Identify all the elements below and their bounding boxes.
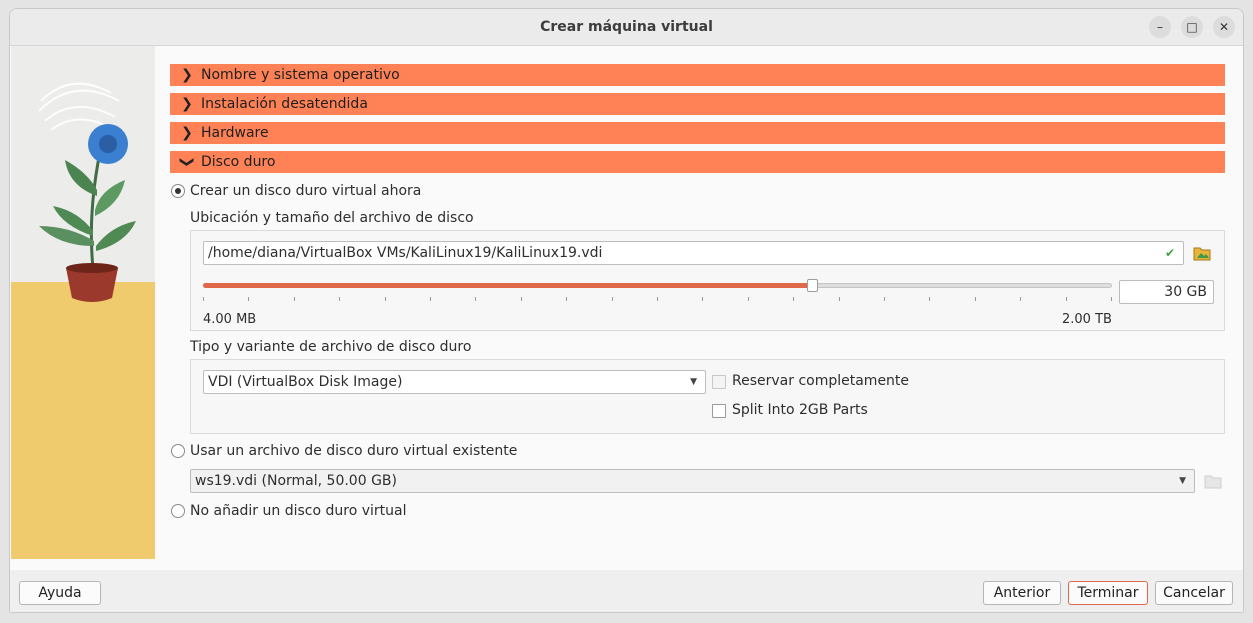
chevron-right-icon: ❯ xyxy=(181,67,193,83)
disk-path-value: /home/diana/VirtualBox VMs/KaliLinux19/K… xyxy=(208,245,603,261)
slider-fill xyxy=(203,283,813,288)
slider-tick xyxy=(657,297,658,301)
slider-tick xyxy=(702,297,703,301)
section-label: Nombre y sistema operativo xyxy=(201,67,400,83)
help-button[interactable]: Ayuda xyxy=(19,581,101,605)
radio-create-disk[interactable] xyxy=(171,184,185,198)
existing-disk-browse-button[interactable] xyxy=(1203,471,1223,491)
section-label: Instalación desatendida xyxy=(201,96,368,112)
disk-type-select[interactable]: VDI (VirtualBox Disk Image) ▼ xyxy=(203,370,706,394)
slider-min-label: 4.00 MB xyxy=(203,312,257,327)
section-label: Disco duro xyxy=(201,154,276,170)
folder-browse-button[interactable] xyxy=(1192,243,1212,263)
preallocate-label: Reservar completamente xyxy=(732,373,910,389)
preallocate-checkbox[interactable] xyxy=(712,375,726,389)
wizard-content: ❯ Nombre y sistema operativo ❯ Instalaci… xyxy=(10,9,1243,612)
dialog-footer: Ayuda Anterior Terminar Cancelar xyxy=(10,570,1243,612)
section-unattended-install[interactable]: ❯ Instalación desatendida xyxy=(170,93,1225,115)
disk-size-input[interactable]: 30 GB xyxy=(1119,280,1214,304)
disk-type-panel: VDI (VirtualBox Disk Image) ▼ Reservar c… xyxy=(190,359,1225,434)
chevron-down-icon: ❯ xyxy=(179,156,195,168)
split-2gb-label: Split Into 2GB Parts xyxy=(732,402,868,418)
slider-tick xyxy=(748,297,749,301)
folder-icon xyxy=(1193,247,1211,261)
radio-existing-disk[interactable] xyxy=(171,444,185,458)
slider-tick xyxy=(248,297,249,301)
slider-ticks xyxy=(203,297,1112,301)
slider-tick xyxy=(929,297,930,301)
disk-type-heading: Tipo y variante de archivo de disco duro xyxy=(190,339,472,355)
slider-tick xyxy=(612,297,613,301)
create-vm-dialog: Crear máquina virtual – □ ✕ ❯ Nombre y s… xyxy=(9,8,1244,613)
chevron-right-icon: ❯ xyxy=(181,125,193,141)
radio-create-disk-label[interactable]: Crear un disco duro virtual ahora xyxy=(190,183,421,199)
slider-tick xyxy=(521,297,522,301)
back-button[interactable]: Anterior xyxy=(983,581,1061,605)
dropdown-arrow-icon: ▼ xyxy=(1179,476,1186,486)
slider-tick xyxy=(1020,297,1021,301)
radio-no-disk[interactable] xyxy=(171,504,185,518)
check-icon: ✔ xyxy=(1164,246,1175,260)
slider-handle[interactable] xyxy=(807,279,819,292)
section-hard-disk[interactable]: ❯ Disco duro xyxy=(170,151,1225,173)
slider-tick xyxy=(1066,297,1067,301)
slider-tick xyxy=(203,297,204,301)
slider-tick xyxy=(839,297,840,301)
section-hardware[interactable]: ❯ Hardware xyxy=(170,122,1225,144)
existing-disk-value: ws19.vdi (Normal, 50.00 GB) xyxy=(195,473,397,489)
folder-icon xyxy=(1204,475,1222,489)
cancel-button[interactable]: Cancelar xyxy=(1155,581,1233,605)
disk-location-panel: /home/diana/VirtualBox VMs/KaliLinux19/K… xyxy=(190,230,1225,331)
slider-max-label: 2.00 TB xyxy=(1062,312,1112,327)
slider-tick xyxy=(430,297,431,301)
existing-disk-select[interactable]: ws19.vdi (Normal, 50.00 GB) ▼ xyxy=(190,469,1195,493)
slider-tick xyxy=(339,297,340,301)
radio-existing-disk-label[interactable]: Usar un archivo de disco duro virtual ex… xyxy=(190,443,517,459)
slider-tick xyxy=(385,297,386,301)
section-label: Hardware xyxy=(201,125,269,141)
disk-size-slider[interactable] xyxy=(203,279,1112,309)
radio-no-disk-label[interactable]: No añadir un disco duro virtual xyxy=(190,503,406,519)
dropdown-arrow-icon: ▼ xyxy=(690,377,697,387)
slider-tick xyxy=(884,297,885,301)
slider-tick xyxy=(1111,297,1112,301)
slider-tick xyxy=(475,297,476,301)
disk-location-heading: Ubicación y tamaño del archivo de disco xyxy=(190,210,474,226)
finish-button[interactable]: Terminar xyxy=(1068,581,1148,605)
slider-tick xyxy=(566,297,567,301)
chevron-right-icon: ❯ xyxy=(181,96,193,112)
disk-path-input[interactable]: /home/diana/VirtualBox VMs/KaliLinux19/K… xyxy=(203,241,1184,265)
split-2gb-checkbox[interactable] xyxy=(712,404,726,418)
disk-type-value: VDI (VirtualBox Disk Image) xyxy=(208,374,403,390)
section-name-os[interactable]: ❯ Nombre y sistema operativo xyxy=(170,64,1225,86)
slider-tick xyxy=(975,297,976,301)
slider-tick xyxy=(793,297,794,301)
slider-tick xyxy=(294,297,295,301)
